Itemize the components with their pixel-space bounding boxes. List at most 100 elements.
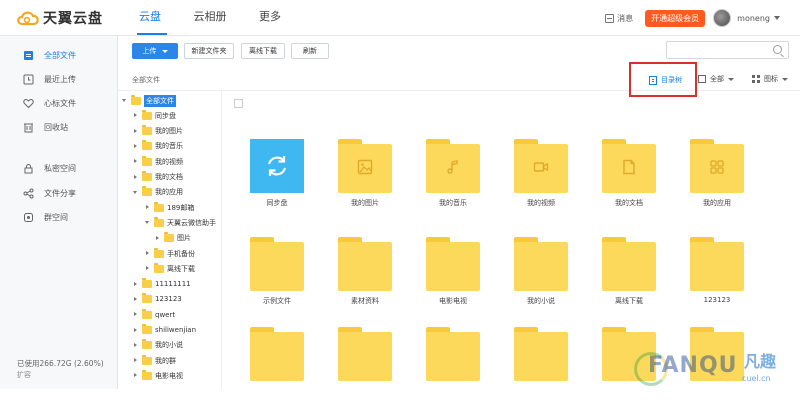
- file-item[interactable]: 我的小说: [500, 237, 580, 319]
- folder-icon: [338, 237, 392, 291]
- tree-node-label: 电影电视: [155, 371, 183, 380]
- expand-storage-link[interactable]: 扩容: [17, 370, 31, 380]
- file-item[interactable]: 我的音乐: [412, 139, 492, 221]
- tree-node[interactable]: 我的音乐: [132, 139, 183, 154]
- file-item[interactable]: 示例文件: [236, 237, 316, 319]
- chevron-down-icon[interactable]: [144, 219, 151, 226]
- logo[interactable]: 天翼云盘: [16, 8, 103, 28]
- chevron-right-icon[interactable]: [132, 143, 139, 150]
- folder-icon: [142, 186, 152, 197]
- file-item[interactable]: [236, 327, 316, 409]
- upload-button[interactable]: 上传: [132, 43, 178, 59]
- sidebar-item-all-files[interactable]: 全部文件: [0, 43, 118, 67]
- chevron-right-icon[interactable]: [144, 250, 151, 257]
- tree-node-label: shiliwenjian: [155, 326, 197, 334]
- folder-icon: [142, 125, 152, 136]
- chevron-down-icon[interactable]: [121, 97, 128, 104]
- file-item[interactable]: 同步盘: [236, 139, 316, 221]
- file-item[interactable]: 123123: [676, 237, 756, 319]
- search-input[interactable]: [666, 41, 789, 59]
- file-name: 123123: [703, 296, 731, 304]
- sidebar-item-private[interactable]: 私密空间: [0, 156, 118, 180]
- tree-node[interactable]: shiliwenjian: [132, 323, 196, 338]
- tree-node[interactable]: 189邮箱: [144, 200, 194, 215]
- tree-node[interactable]: 11111111: [132, 277, 191, 292]
- messages-link[interactable]: 消息: [605, 13, 633, 24]
- folder-icon: [426, 327, 480, 381]
- tree-node[interactable]: 离线下载: [144, 261, 195, 276]
- chevron-right-icon[interactable]: [144, 265, 151, 272]
- tree-node[interactable]: 我的图片: [132, 124, 183, 139]
- chevron-right-icon[interactable]: [132, 372, 139, 379]
- folder-icon: [690, 237, 744, 291]
- file-item[interactable]: 电影电视: [412, 237, 492, 319]
- tree-node[interactable]: 123123: [132, 292, 182, 307]
- file-item[interactable]: [500, 327, 580, 409]
- tree-node[interactable]: 图片: [154, 231, 191, 246]
- folder-icon: [142, 324, 152, 334]
- tree-node[interactable]: 我的群: [132, 353, 176, 368]
- chevron-right-icon[interactable]: [132, 296, 139, 303]
- file-item[interactable]: 我的文档: [588, 139, 668, 221]
- refresh-button[interactable]: 刷新: [291, 43, 329, 59]
- chevron-right-icon[interactable]: [132, 357, 139, 364]
- folder-icon: [142, 140, 152, 151]
- username[interactable]: moneng: [737, 14, 770, 23]
- folder-icon: [154, 216, 164, 227]
- breadcrumb[interactable]: 全部文件: [132, 75, 160, 85]
- avatar[interactable]: [713, 9, 732, 27]
- file-item[interactable]: 素材资料: [324, 237, 404, 319]
- sidebar-item-starred[interactable]: 心标文件: [0, 91, 118, 115]
- folder-icon: [338, 139, 392, 193]
- sidebar-item-recycle[interactable]: 回收站: [0, 115, 118, 139]
- new-folder-button[interactable]: 新建文件夹: [184, 43, 234, 59]
- file-item[interactable]: [412, 327, 492, 409]
- video-camera-icon: [533, 159, 549, 175]
- tree-node[interactable]: 我的视频: [132, 154, 183, 169]
- file-item[interactable]: 我的应用: [676, 139, 756, 221]
- nav-more[interactable]: 更多: [240, 0, 300, 36]
- file-item[interactable]: 我的图片: [324, 139, 404, 221]
- view-mode-dropdown[interactable]: 图标: [752, 74, 788, 84]
- chevron-right-icon[interactable]: [132, 174, 139, 181]
- sidebar-item-share[interactable]: 文件分享: [0, 181, 118, 205]
- sidebar-item-recent[interactable]: 最近上传: [0, 67, 118, 91]
- tree-node[interactable]: 同步盘: [132, 108, 176, 123]
- toolbar: 上传 新建文件夹 离线下载 刷新: [118, 36, 800, 67]
- tree-node[interactable]: 我的应用: [132, 185, 183, 200]
- user-menu-chevron-down-icon[interactable]: [774, 16, 780, 20]
- chevron-right-icon[interactable]: [132, 158, 139, 165]
- chevron-right-icon[interactable]: [144, 204, 151, 211]
- sidebar-item-group[interactable]: 群空间: [0, 205, 118, 229]
- file-item[interactable]: 离线下载: [588, 237, 668, 319]
- chevron-right-icon[interactable]: [132, 327, 139, 334]
- tree-node[interactable]: 我的文档: [132, 170, 183, 185]
- tree-node[interactable]: 电影电视: [132, 368, 183, 383]
- nav-cloud-album[interactable]: 云相册: [180, 0, 240, 36]
- file-item[interactable]: 我的视频: [500, 139, 580, 221]
- select-all-checkbox[interactable]: [234, 99, 243, 108]
- chevron-right-icon[interactable]: [154, 235, 161, 242]
- chevron-right-icon[interactable]: [132, 128, 139, 135]
- tree-node[interactable]: qwert: [132, 307, 175, 322]
- filter-dropdown[interactable]: 全部: [698, 74, 734, 84]
- file-item[interactable]: [324, 327, 404, 409]
- chevron-right-icon[interactable]: [132, 311, 139, 318]
- offline-download-button[interactable]: 离线下载: [241, 43, 285, 59]
- chevron-right-icon[interactable]: [132, 342, 139, 349]
- chevron-right-icon[interactable]: [132, 112, 139, 119]
- view-mode-label: 图标: [764, 75, 778, 83]
- tree-node[interactable]: 天翼云微信助手: [144, 215, 216, 230]
- tree-node[interactable]: 手机备份: [144, 246, 195, 261]
- lock-icon: [23, 163, 34, 174]
- vip-button[interactable]: 开通超级会员: [645, 9, 706, 27]
- tree-toggle-button[interactable]: 目录树: [649, 75, 682, 85]
- copy-icon: [698, 75, 706, 83]
- chevron-right-icon[interactable]: [132, 281, 139, 288]
- tree-node[interactable]: 我的小说: [132, 338, 183, 353]
- nav-cloud-disk[interactable]: 云盘: [120, 0, 180, 36]
- chevron-down-icon[interactable]: [132, 189, 139, 196]
- tree-node[interactable]: 全部文件: [121, 93, 176, 108]
- search-icon[interactable]: [773, 45, 782, 54]
- folder-icon: [142, 278, 152, 289]
